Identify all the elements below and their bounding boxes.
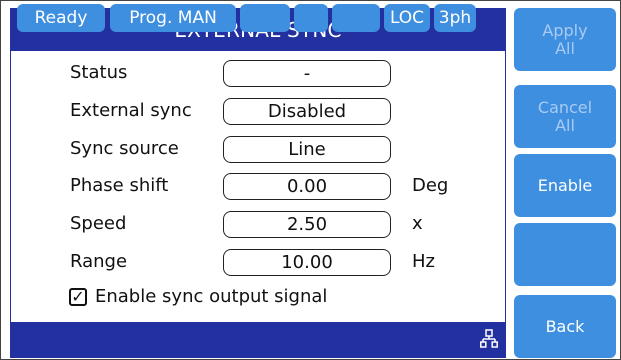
cancel-all-line2: All	[555, 115, 575, 135]
speed-value: 2.50	[286, 214, 328, 235]
status-slot-2	[294, 4, 328, 32]
speed-field[interactable]: 2.50	[223, 211, 391, 238]
enable-button[interactable]: Enable	[514, 154, 616, 217]
blank-softkey[interactable]	[514, 223, 616, 286]
status-phase: 3ph	[434, 4, 476, 32]
status-loc: LOC	[384, 4, 430, 32]
status-program: Prog. MAN	[110, 4, 236, 32]
range-value: 10.00	[281, 252, 333, 273]
external-sync-value: Disabled	[267, 101, 347, 122]
status-field: -	[223, 60, 391, 87]
apply-all-line1: Apply	[542, 20, 588, 40]
sync-output-checkbox-label: Enable sync output signal	[95, 286, 328, 307]
apply-all-line2: All	[555, 38, 575, 58]
phase-shift-value: 0.00	[286, 176, 328, 197]
status-value: -	[303, 63, 311, 84]
status-ready: Ready	[17, 4, 105, 32]
enable-button-label: Enable	[537, 175, 593, 195]
range-label: Range	[70, 251, 128, 272]
cancel-all-line1: Cancel	[537, 97, 593, 117]
phase-shift-label: Phase shift	[70, 175, 169, 196]
phase-shift-field[interactable]: 0.00	[223, 173, 391, 200]
status-program-text: Prog. MAN	[129, 8, 217, 28]
status-phase-text: 3ph	[438, 8, 472, 28]
back-button[interactable]: Back	[514, 295, 616, 358]
external-sync-label: External sync	[70, 100, 192, 121]
status-slot-1	[240, 4, 290, 32]
status-label: Status	[70, 62, 128, 83]
phase-shift-unit: Deg	[412, 175, 449, 196]
cancel-all-button[interactable]: Cancel All	[514, 85, 616, 148]
status-ready-text: Ready	[34, 8, 88, 28]
checkmark-icon: ✓	[71, 286, 85, 306]
sync-output-checkbox[interactable]: ✓	[69, 286, 87, 306]
sync-source-label: Sync source	[70, 138, 179, 159]
range-field[interactable]: 10.00	[223, 249, 391, 276]
range-unit: Hz	[412, 251, 435, 272]
network-icon	[480, 329, 498, 348]
external-sync-field[interactable]: Disabled	[223, 98, 391, 125]
status-slot-3	[332, 4, 380, 32]
status-bar	[10, 322, 506, 358]
speed-unit: x	[412, 213, 423, 234]
status-loc-text: LOC	[389, 8, 425, 28]
back-button-label: Back	[545, 316, 585, 336]
speed-label: Speed	[70, 213, 127, 234]
sync-source-field[interactable]: Line	[223, 136, 391, 163]
sync-output-checkbox-row[interactable]: ✓ Enable sync output signal	[69, 286, 327, 307]
apply-all-button[interactable]: Apply All	[514, 8, 616, 71]
sync-source-value: Line	[288, 139, 326, 160]
